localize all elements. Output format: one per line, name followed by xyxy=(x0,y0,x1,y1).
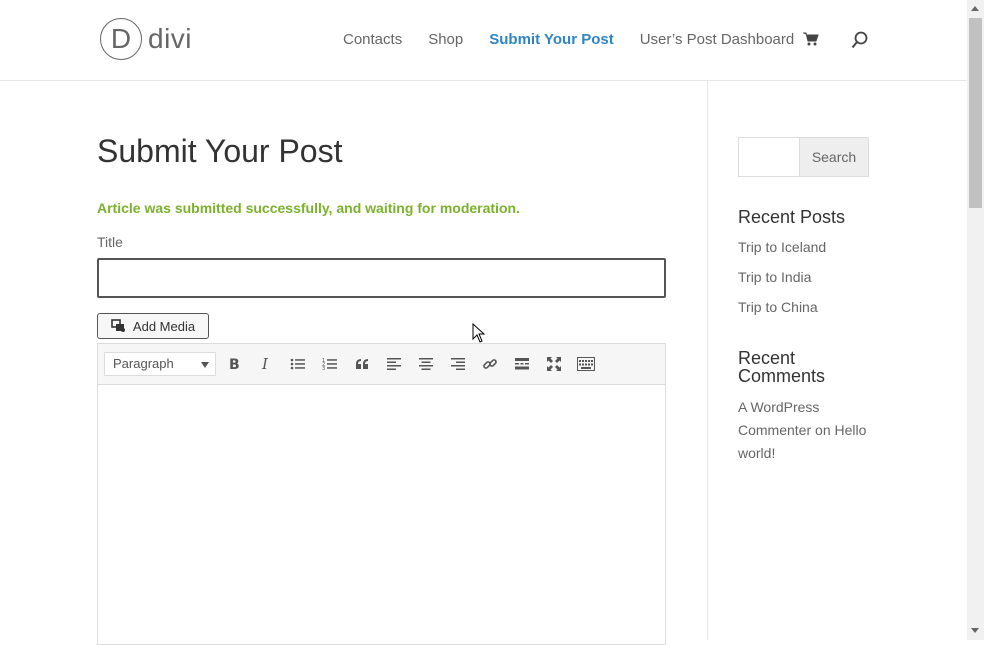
add-media-label: Add Media xyxy=(132,318,196,334)
align-left-icon[interactable] xyxy=(384,354,404,374)
search-icon[interactable] xyxy=(851,31,869,54)
chevron-down-icon xyxy=(201,362,209,368)
comment-author-link[interactable]: A WordPress Commenter xyxy=(738,399,819,438)
svg-text:I: I xyxy=(261,357,269,371)
link-icon[interactable] xyxy=(480,354,500,374)
align-right-icon[interactable] xyxy=(448,354,468,374)
nav-users-post-dashboard[interactable]: User’s Post Dashboard xyxy=(640,31,795,48)
media-icon xyxy=(111,319,125,332)
toolbar-toggle-icon[interactable] xyxy=(576,354,596,374)
mouse-cursor-icon xyxy=(472,322,486,348)
align-center-icon[interactable] xyxy=(416,354,436,374)
cart-icon[interactable] xyxy=(803,31,819,52)
title-input[interactable] xyxy=(97,258,666,298)
recent-post-link[interactable]: Trip to India xyxy=(738,269,811,285)
logo-mark: D xyxy=(100,18,142,60)
blockquote-icon[interactable] xyxy=(352,354,372,374)
site-header: D divi Contacts Shop Submit Your Post Us… xyxy=(0,0,967,81)
editor-toolbar: Paragraph B I 123 xyxy=(97,343,666,385)
italic-icon[interactable]: I xyxy=(256,354,276,374)
bullet-list-icon[interactable] xyxy=(288,354,308,374)
logo-text: divi xyxy=(148,23,193,54)
main-nav: Contacts Shop Submit Your Post User’s Po… xyxy=(343,31,820,48)
svg-text:B: B xyxy=(229,357,240,371)
format-select[interactable]: Paragraph xyxy=(104,352,216,376)
recent-comment-item: A WordPress Commenter on Hello world! xyxy=(738,396,868,465)
recent-post-link[interactable]: Trip to China xyxy=(738,299,818,315)
editor-content-area[interactable] xyxy=(97,385,666,645)
scrollbar-thumb[interactable] xyxy=(969,18,982,208)
success-notice: Article was submitted successfully, and … xyxy=(97,200,520,216)
sidebar-search-input[interactable] xyxy=(738,137,800,177)
numbered-list-icon[interactable]: 123 xyxy=(320,354,340,374)
fullscreen-icon[interactable] xyxy=(544,354,564,374)
recent-comments-title-line1: Recent xyxy=(738,348,796,368)
title-label: Title xyxy=(97,234,123,250)
sidebar-search-button[interactable]: Search xyxy=(799,137,869,177)
recent-comments-title: Recent Comments xyxy=(738,349,825,385)
scroll-down-icon[interactable] xyxy=(971,628,979,633)
nav-submit-your-post[interactable]: Submit Your Post xyxy=(489,31,613,48)
nav-shop[interactable]: Shop xyxy=(428,31,463,48)
add-media-button[interactable]: Add Media xyxy=(97,313,209,339)
page-title: Submit Your Post xyxy=(97,133,343,169)
svg-text:3: 3 xyxy=(322,366,325,371)
bold-icon[interactable]: B xyxy=(224,354,244,374)
recent-comments-title-line2: Comments xyxy=(738,366,826,386)
nav-contacts[interactable]: Contacts xyxy=(343,31,402,48)
comment-on-text: on xyxy=(815,422,831,438)
recent-post-link[interactable]: Trip to Iceland xyxy=(738,239,826,255)
format-select-value: Paragraph xyxy=(113,356,174,371)
site-logo[interactable]: D divi xyxy=(100,18,192,60)
recent-posts-title: Recent Posts xyxy=(738,207,846,227)
sidebar-divider xyxy=(707,80,708,640)
read-more-icon[interactable] xyxy=(512,354,532,374)
scroll-up-icon[interactable] xyxy=(971,6,979,11)
